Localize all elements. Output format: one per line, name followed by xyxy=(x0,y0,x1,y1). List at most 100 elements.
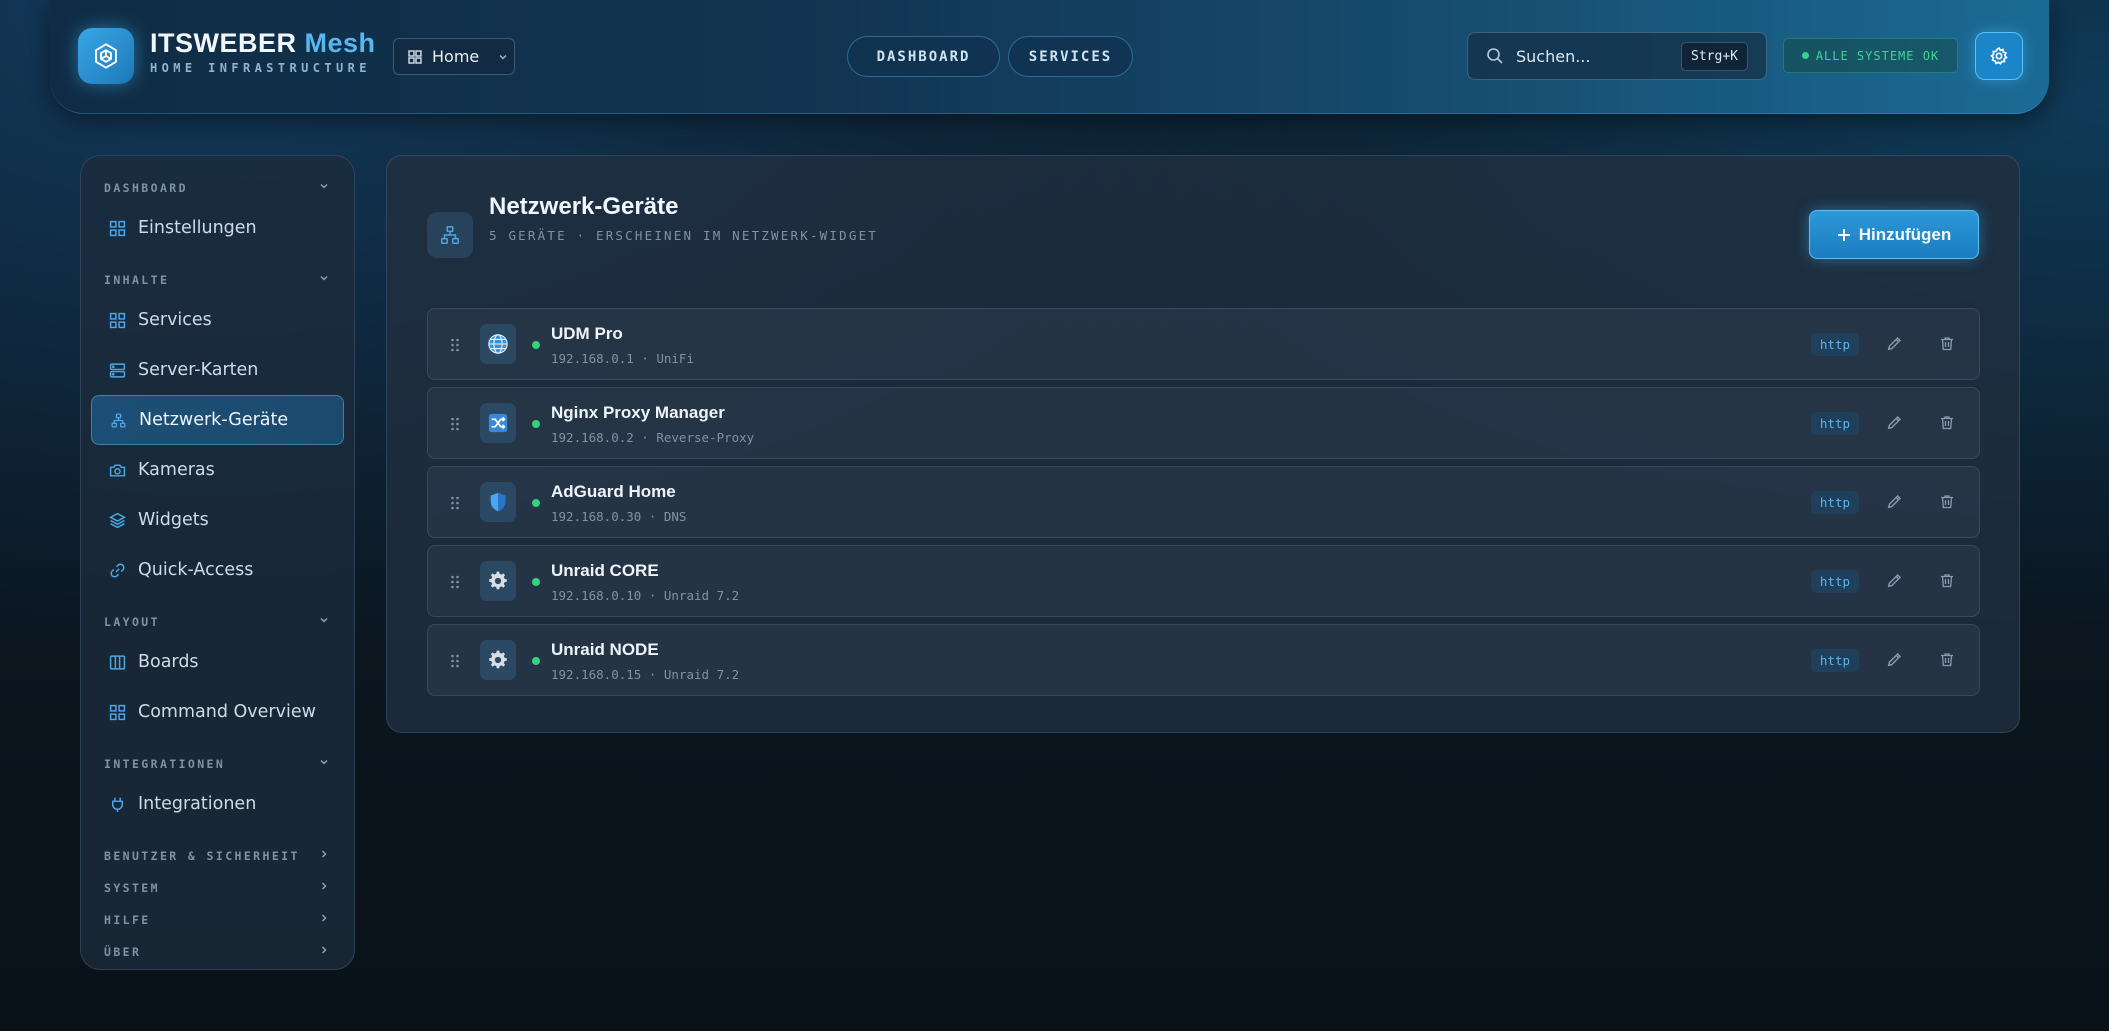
brand-subtitle: HOME INFRASTRUCTURE xyxy=(150,61,371,75)
chevron-down-icon xyxy=(499,54,507,60)
device-row[interactable]: Unraid NODE 192.168.0.15 · Unraid 7.2 http xyxy=(427,624,1980,696)
plus-icon xyxy=(1837,228,1850,241)
device-name: AdGuard Home xyxy=(551,482,676,501)
page-title: Netzwerk-Geräte xyxy=(489,193,679,220)
brand: ITSWEBER Mesh HOME INFRASTRUCTURE xyxy=(150,28,376,75)
sidebar-item-einstellungen[interactable]: Einstellungen xyxy=(91,203,344,253)
server-icon xyxy=(109,362,126,379)
online-status-dot xyxy=(532,499,540,507)
brand-title: ITSWEBER Mesh xyxy=(150,28,376,59)
network-icon xyxy=(110,412,127,429)
edit-icon[interactable] xyxy=(1886,493,1903,514)
search-input[interactable]: Suchen... Strg+K xyxy=(1467,32,1767,80)
edit-icon[interactable] xyxy=(1886,414,1903,435)
trash-icon[interactable] xyxy=(1939,493,1955,514)
sidebar-section-benutzer-sicherheit[interactable]: BENUTZER & SICHERHEIT xyxy=(81,842,354,869)
network-icon xyxy=(427,212,473,258)
grid-icon xyxy=(109,312,126,329)
sidebar-item-quick-access[interactable]: Quick-Access xyxy=(91,545,344,595)
chevron-right-icon xyxy=(318,880,330,895)
globe-icon xyxy=(480,324,516,364)
grid-icon xyxy=(408,49,422,64)
sidebar-item-netzwerk-geraete[interactable]: Netzwerk-Geräte xyxy=(91,395,344,445)
sidebar-section-system[interactable]: SYSTEM xyxy=(81,874,354,901)
chevron-down-icon xyxy=(318,180,330,195)
sidebar-item-label: Services xyxy=(138,310,212,330)
sidebar-section-dashboard[interactable]: DASHBOARD xyxy=(81,174,354,201)
settings-button[interactable] xyxy=(1975,32,2023,80)
sidebar-item-boards[interactable]: Boards xyxy=(91,637,344,687)
device-row[interactable]: UDM Pro 192.168.0.1 · UniFi http xyxy=(427,308,1980,380)
search-icon xyxy=(1487,48,1503,64)
status-badge: ALLE SYSTEME OK xyxy=(1783,38,1958,73)
nav-services[interactable]: SERVICES xyxy=(1008,36,1133,77)
sidebar-section-layout[interactable]: LAYOUT xyxy=(81,608,354,635)
sidebar-item-kameras[interactable]: Kameras xyxy=(91,445,344,495)
trash-icon[interactable] xyxy=(1939,572,1955,593)
sidebar-section-title: BENUTZER & SICHERHEIT xyxy=(104,848,300,863)
brand-accent: Mesh xyxy=(304,28,376,58)
online-status-dot xyxy=(532,657,540,665)
sidebar-section-title: HILFE xyxy=(104,912,151,927)
sidebar-item-server-karten[interactable]: Server-Karten xyxy=(91,345,344,395)
drag-handle-icon[interactable] xyxy=(450,416,460,435)
edit-icon[interactable] xyxy=(1886,335,1903,356)
add-device-button[interactable]: Hinzufügen xyxy=(1809,210,1979,259)
device-name: Unraid CORE xyxy=(551,561,659,580)
drag-handle-icon[interactable] xyxy=(450,574,460,593)
sidebar-item-widgets[interactable]: Widgets xyxy=(91,495,344,545)
sidebar-section-ueber[interactable]: ÜBER xyxy=(81,938,354,965)
logo-icon[interactable] xyxy=(78,28,134,84)
sidebar-section-title: INTEGRATIONEN xyxy=(104,756,226,771)
grid-icon xyxy=(109,220,126,237)
chevron-down-icon xyxy=(318,272,330,287)
protocol-badge: http xyxy=(1810,570,1859,593)
gear-icon xyxy=(1990,46,2008,65)
sidebar-item-integrationen[interactable]: Integrationen xyxy=(91,779,344,829)
shield-icon xyxy=(480,482,516,522)
trash-icon[interactable] xyxy=(1939,414,1955,435)
grid-icon xyxy=(109,704,126,721)
device-row[interactable]: Nginx Proxy Manager 192.168.0.2 · Reverse… xyxy=(427,387,1980,459)
edit-icon[interactable] xyxy=(1886,651,1903,672)
trash-icon[interactable] xyxy=(1939,651,1955,672)
trash-icon[interactable] xyxy=(1939,335,1955,356)
search-shortcut: Strg+K xyxy=(1681,42,1748,71)
board-select[interactable]: Home xyxy=(393,38,515,75)
sidebar-item-command-overview[interactable]: Command Overview xyxy=(91,687,344,737)
protocol-badge: http xyxy=(1810,491,1859,514)
nav-dashboard[interactable]: DASHBOARD xyxy=(847,36,1000,77)
device-row[interactable]: AdGuard Home 192.168.0.30 · DNS http xyxy=(427,466,1980,538)
sidebar-section-hilfe[interactable]: HILFE xyxy=(81,906,354,933)
chevron-down-icon xyxy=(318,756,330,771)
drag-handle-icon[interactable] xyxy=(450,337,460,356)
sidebar-item-label: Integrationen xyxy=(138,794,257,814)
sidebar-item-label: Widgets xyxy=(138,510,209,530)
brand-main: ITSWEBER xyxy=(150,28,297,58)
sidebar-section-integrationen[interactable]: INTEGRATIONEN xyxy=(81,750,354,777)
online-status-dot xyxy=(532,341,540,349)
sidebar-section-title: DASHBOARD xyxy=(104,180,188,195)
shuffle-icon xyxy=(480,403,516,443)
sidebar-item-label: Quick-Access xyxy=(138,560,254,580)
device-name: Unraid NODE xyxy=(551,640,659,659)
edit-icon[interactable] xyxy=(1886,572,1903,593)
main-panel: Netzwerk-Geräte 5 GERÄTE · ERSCHEINEN IM… xyxy=(386,155,2020,733)
sidebar-item-label: Boards xyxy=(138,652,199,672)
sidebar-item-label: Kameras xyxy=(138,460,215,480)
device-row[interactable]: Unraid CORE 192.168.0.10 · Unraid 7.2 http xyxy=(427,545,1980,617)
chevron-right-icon xyxy=(318,944,330,959)
device-name: UDM Pro xyxy=(551,324,623,343)
add-button-label: Hinzufügen xyxy=(1858,224,1952,244)
drag-handle-icon[interactable] xyxy=(450,653,460,672)
plug-icon xyxy=(109,796,126,813)
sidebar-section-inhalte[interactable]: INHALTE xyxy=(81,266,354,293)
sidebar-item-label: Netzwerk-Geräte xyxy=(139,410,289,430)
link-icon xyxy=(109,562,126,579)
page-subtitle: 5 GERÄTE · ERSCHEINEN IM NETZWERK-WIDGET xyxy=(489,228,879,243)
drag-handle-icon[interactable] xyxy=(450,495,460,514)
sidebar-item-services[interactable]: Services xyxy=(91,295,344,345)
search-placeholder: Suchen... xyxy=(1516,46,1591,66)
layers-icon xyxy=(109,512,126,529)
online-status-dot xyxy=(532,578,540,586)
